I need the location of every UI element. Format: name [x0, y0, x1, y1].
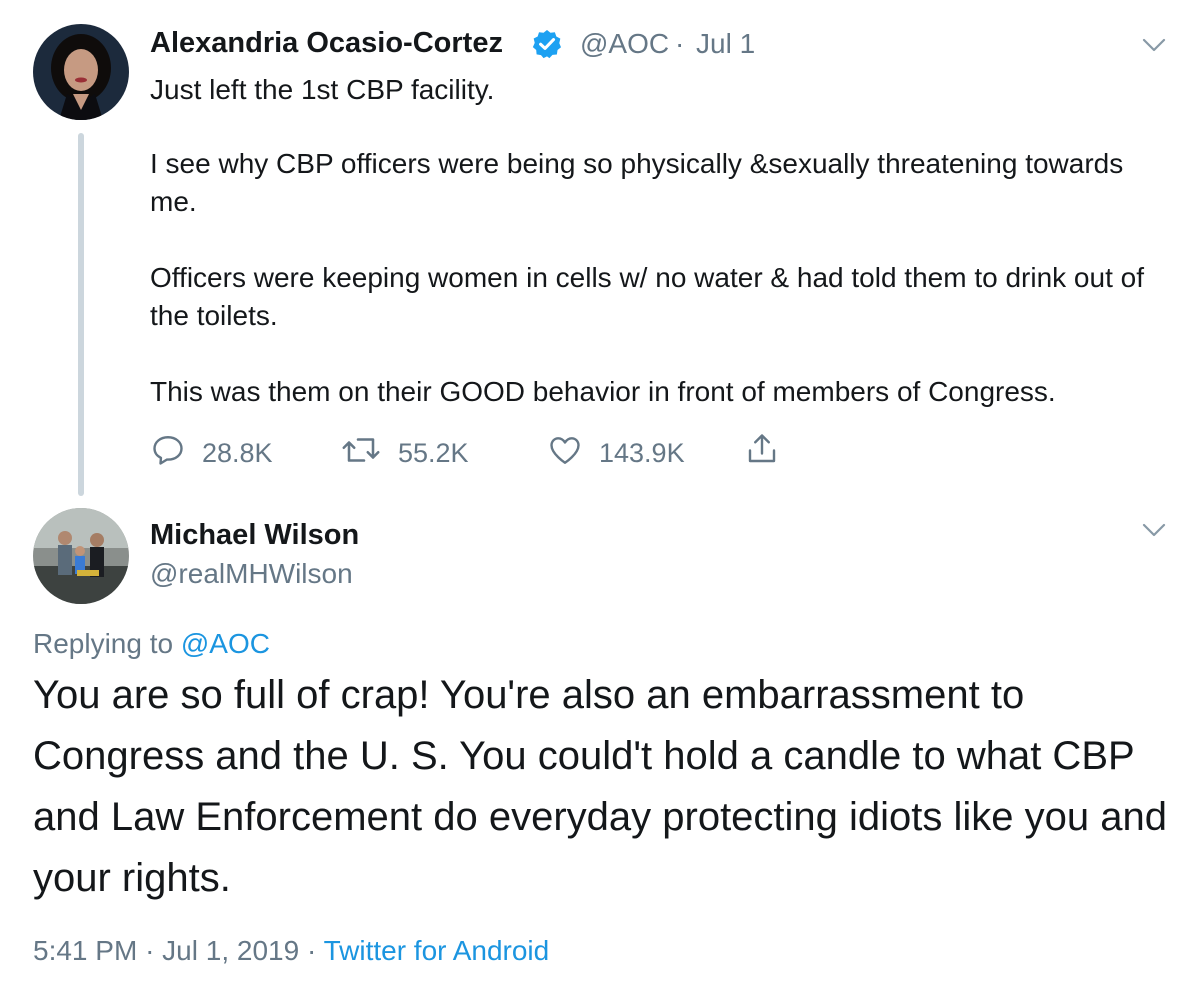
- share-icon[interactable]: [744, 430, 780, 473]
- tweet-timestamp-line: 5:41 PM · Jul 1, 2019 · Twitter for Andr…: [33, 935, 549, 967]
- reply-author-handle[interactable]: @realMHWilson: [150, 558, 353, 590]
- tweet-author-handle[interactable]: @AOC: [580, 28, 669, 60]
- chevron-down-icon[interactable]: [1142, 38, 1166, 57]
- tweet-full-date[interactable]: Jul 1, 2019: [162, 935, 299, 966]
- heart-icon: [547, 432, 583, 475]
- like-count: 143.9K: [599, 438, 685, 468]
- replying-to-label: Replying to: [33, 628, 174, 659]
- meta-separator: ·: [306, 935, 317, 966]
- verified-badge-icon: [531, 28, 563, 60]
- tweet-source[interactable]: Twitter for Android: [324, 935, 550, 966]
- reply-icon: [150, 432, 186, 475]
- tweet-paragraph-2: I see why CBP officers were being so phy…: [150, 148, 1124, 217]
- reply-author-name[interactable]: Michael Wilson: [150, 519, 359, 552]
- like-action[interactable]: 143.9K: [547, 432, 685, 475]
- chevron-down-icon[interactable]: [1142, 523, 1166, 542]
- meta-separator: ·: [675, 28, 685, 59]
- michael-wilson-avatar[interactable]: [33, 508, 129, 604]
- retweet-icon: [340, 432, 382, 475]
- tweet-author-name[interactable]: Alexandria Ocasio-Cortez: [150, 27, 503, 60]
- reply-count: 28.8K: [202, 438, 273, 468]
- reply-action[interactable]: 28.8K: [150, 432, 273, 475]
- retweet-count: 55.2K: [398, 438, 469, 468]
- meta-separator: ·: [145, 935, 155, 966]
- reply-text: You are so full of crap! You're also an …: [33, 673, 1168, 900]
- tweet-paragraph-1: Just left the 1st CBP facility.: [150, 74, 495, 105]
- thread-connector-line: [78, 133, 84, 496]
- retweet-action[interactable]: 55.2K: [340, 432, 469, 475]
- aoc-avatar[interactable]: [33, 24, 129, 120]
- replying-to-line: Replying to @AOC: [33, 628, 270, 660]
- tweet-paragraph-4: This was them on their GOOD behavior in …: [150, 376, 1056, 407]
- replying-to-mention[interactable]: @AOC: [181, 628, 270, 659]
- tweet-time[interactable]: 5:41 PM: [33, 935, 137, 966]
- tweet-date[interactable]: Jul 1: [696, 28, 755, 60]
- tweet-paragraph-3: Officers were keeping women in cells w/ …: [150, 262, 1144, 331]
